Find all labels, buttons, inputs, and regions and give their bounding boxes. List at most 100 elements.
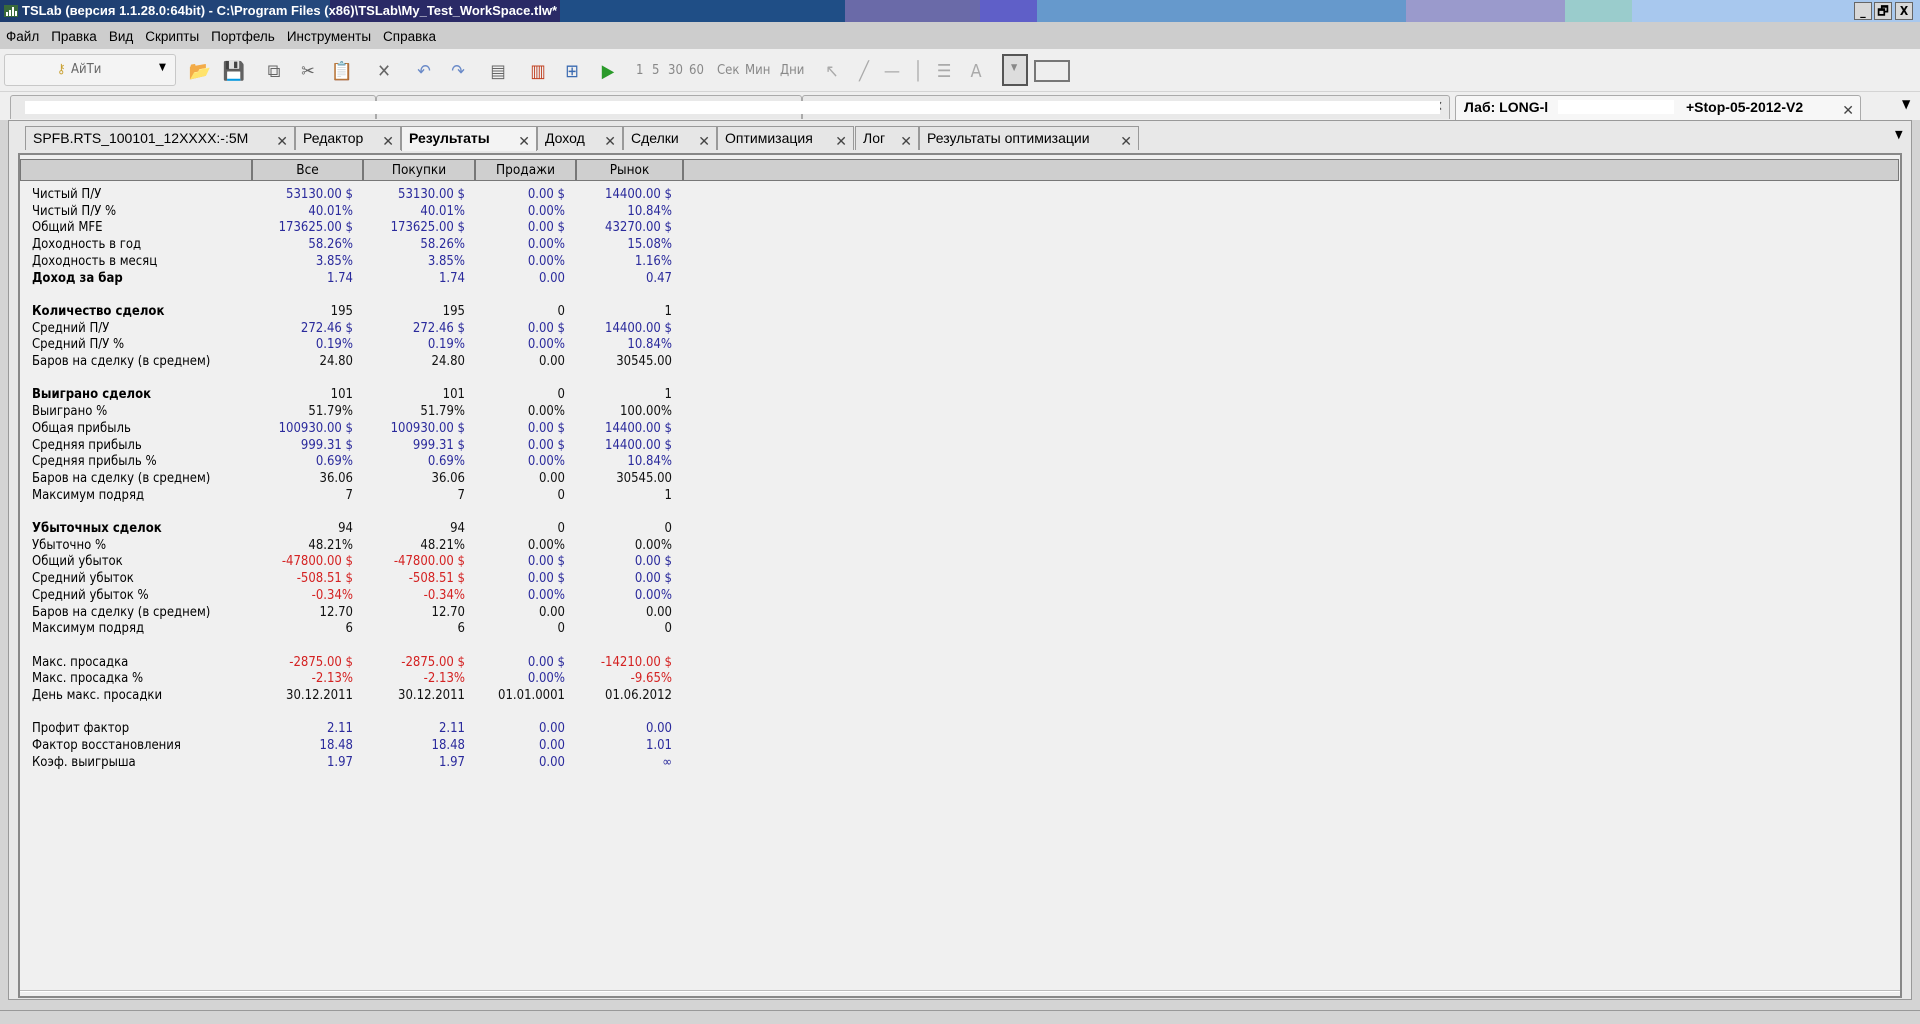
cell-sells: 0.00 <box>538 738 565 754</box>
inner-tab[interactable]: Сделки ✕ <box>623 126 717 150</box>
account-select[interactable]: ⚷ АйТи ▼ <box>4 54 176 86</box>
table-row: Средний убыток -508.51 $ -508.51 $ 0.00 $ 0.… <box>20 570 700 587</box>
unit-days[interactable]: Дни <box>780 63 804 78</box>
cell-buys: 2.11 <box>438 721 465 737</box>
cell-sells: 0.00 <box>538 354 565 369</box>
text-icon[interactable]: A <box>964 59 988 83</box>
color-swatch[interactable] <box>1034 60 1070 82</box>
cell-all: 1.74 <box>326 270 353 286</box>
cell-all: -2.13% <box>311 671 353 687</box>
row-label: Чистый П/У % <box>32 203 117 219</box>
doc-tab-active[interactable]: Лаб: LONG-l +Stop-05-2012-V2 ✕ <box>1455 95 1861 120</box>
interval-30[interactable]: 30 <box>668 63 683 78</box>
inner-tab[interactable]: Лог ✕ <box>855 126 919 150</box>
header-all[interactable]: Все <box>252 159 363 181</box>
inner-tab[interactable]: Результаты оптимизации ✕ <box>919 126 1139 150</box>
table-row: Баров на сделку (в среднем) 12.70 12.70 0.0… <box>20 604 700 621</box>
redacted-area <box>1558 100 1674 114</box>
interval-5[interactable]: 5 <box>652 63 659 78</box>
menu-help[interactable]: Справка <box>377 22 442 52</box>
cell-all: 2.11 <box>326 721 353 737</box>
chart-icon[interactable]: ▥ <box>526 59 550 83</box>
table-row: Баров на сделку (в среднем) 36.06 36.06 0.0… <box>20 470 700 487</box>
cell-sells: 0 <box>557 621 565 637</box>
run-icon[interactable]: ▶ <box>596 59 620 83</box>
cell-buys: 272.46 $ <box>412 320 465 336</box>
inner-tab-list-icon[interactable]: ▼ <box>1895 128 1903 141</box>
row-label: Фактор восстановления <box>32 738 181 754</box>
inner-tab-label: Редактор <box>303 130 364 146</box>
cell-sells: 0.00% <box>527 404 565 420</box>
layout-icon[interactable]: ⊞ <box>560 59 584 83</box>
close-icon[interactable]: ✕ <box>382 130 394 152</box>
cell-all: 272.46 $ <box>300 320 353 336</box>
close-icon[interactable]: ✕ <box>604 130 616 152</box>
close-icon[interactable]: ✕ <box>1842 99 1854 121</box>
cut-icon[interactable]: ✂ <box>296 59 320 83</box>
menu-tools[interactable]: Инструменты <box>281 22 377 52</box>
menu-scripts[interactable]: Скрипты <box>139 22 205 52</box>
row-label: Средний убыток % <box>32 587 149 603</box>
cell-all: -508.51 $ <box>296 571 353 587</box>
cursor-icon[interactable]: ↖ <box>820 59 844 83</box>
cell-sells: 0.00% <box>527 454 565 470</box>
inner-tab[interactable]: Редактор ✕ <box>295 126 401 150</box>
interval-1[interactable]: 1 <box>636 63 643 78</box>
properties-icon[interactable]: ▤ <box>486 59 510 83</box>
close-button[interactable]: X <box>1895 2 1913 20</box>
menu-edit[interactable]: Правка <box>45 22 103 52</box>
horizontal-scrollbar[interactable] <box>20 990 1900 992</box>
unit-seconds[interactable]: Сек <box>717 63 739 78</box>
close-icon[interactable]: ✕ <box>276 130 288 152</box>
cell-sells: 0 <box>557 487 565 503</box>
horizontal-line-icon[interactable]: — <box>880 59 904 83</box>
cell-market: 0.00 <box>645 604 672 620</box>
menu-view[interactable]: Вид <box>103 22 139 52</box>
cell-buys: 173625.00 $ <box>390 220 465 236</box>
row-label: Количество сделок <box>32 303 165 319</box>
unit-minutes[interactable]: Мин <box>745 63 770 78</box>
row-label: Макс. просадка <box>32 654 129 670</box>
header-market[interactable]: Рынок <box>576 159 683 181</box>
vertical-line-icon[interactable]: │ <box>906 59 930 83</box>
open-icon[interactable]: 📂 <box>188 59 212 83</box>
inner-tab[interactable]: SPFB.RTS_100101_12XXXX:-:5M ✕ <box>25 126 295 150</box>
close-icon[interactable]: ✕ <box>900 130 912 152</box>
redo-icon[interactable]: ↷ <box>446 59 470 83</box>
fibonacci-icon[interactable]: ☰ <box>932 59 956 83</box>
inner-tab[interactable]: Оптимизация ✕ <box>717 126 854 150</box>
cell-all: 53130.00 $ <box>286 187 353 202</box>
close-icon[interactable]: ✕ <box>1120 130 1132 152</box>
cell-buys: 12.70 <box>431 604 465 620</box>
table-row: День макс. просадки 30.12.2011 30.12.2011 0… <box>20 687 700 704</box>
interval-60[interactable]: 60 <box>689 63 704 78</box>
header-buys[interactable]: Покупки <box>363 159 475 181</box>
row-label: Средняя прибыль <box>32 437 142 453</box>
inner-tab[interactable]: Результаты ✕ <box>401 126 537 151</box>
color-dropdown[interactable]: ▼ <box>1002 54 1028 86</box>
inner-tab[interactable]: Доход ✕ <box>537 126 623 150</box>
tab-list-icon[interactable]: ▼ <box>1902 97 1910 111</box>
table-row: Средний П/У % 0.19% 0.19% 0.00% 10.84% <box>20 336 700 353</box>
minimize-button[interactable]: _ <box>1854 2 1872 20</box>
restore-button[interactable]: 🗗 <box>1874 2 1892 20</box>
menu-file[interactable]: Файл <box>0 22 45 52</box>
line-icon[interactable]: ╱ <box>852 59 876 83</box>
cell-sells: 0.00 $ <box>527 320 565 336</box>
close-icon[interactable]: ✕ <box>698 130 710 152</box>
undo-icon[interactable]: ↶ <box>412 59 436 83</box>
close-icon[interactable]: ✕ <box>518 130 530 152</box>
copy-icon[interactable]: ⧉ <box>262 59 286 83</box>
paste-icon[interactable]: 📋 <box>330 59 354 83</box>
cell-buys: 48.21% <box>420 537 465 553</box>
cell-buys: -0.34% <box>423 587 465 603</box>
close-icon[interactable]: ✕ <box>835 130 847 152</box>
cell-all: 24.80 <box>319 354 353 369</box>
cell-all: 100930.00 $ <box>278 420 353 436</box>
menu-portfolio[interactable]: Портфель <box>205 22 281 52</box>
delete-icon[interactable]: ✕ <box>372 59 396 83</box>
save-icon[interactable]: 💾 <box>222 59 246 83</box>
header-sells[interactable]: Продажи <box>475 159 576 181</box>
cell-sells: 0.00% <box>527 537 565 553</box>
row-label: Баров на сделку (в среднем) <box>32 470 211 486</box>
